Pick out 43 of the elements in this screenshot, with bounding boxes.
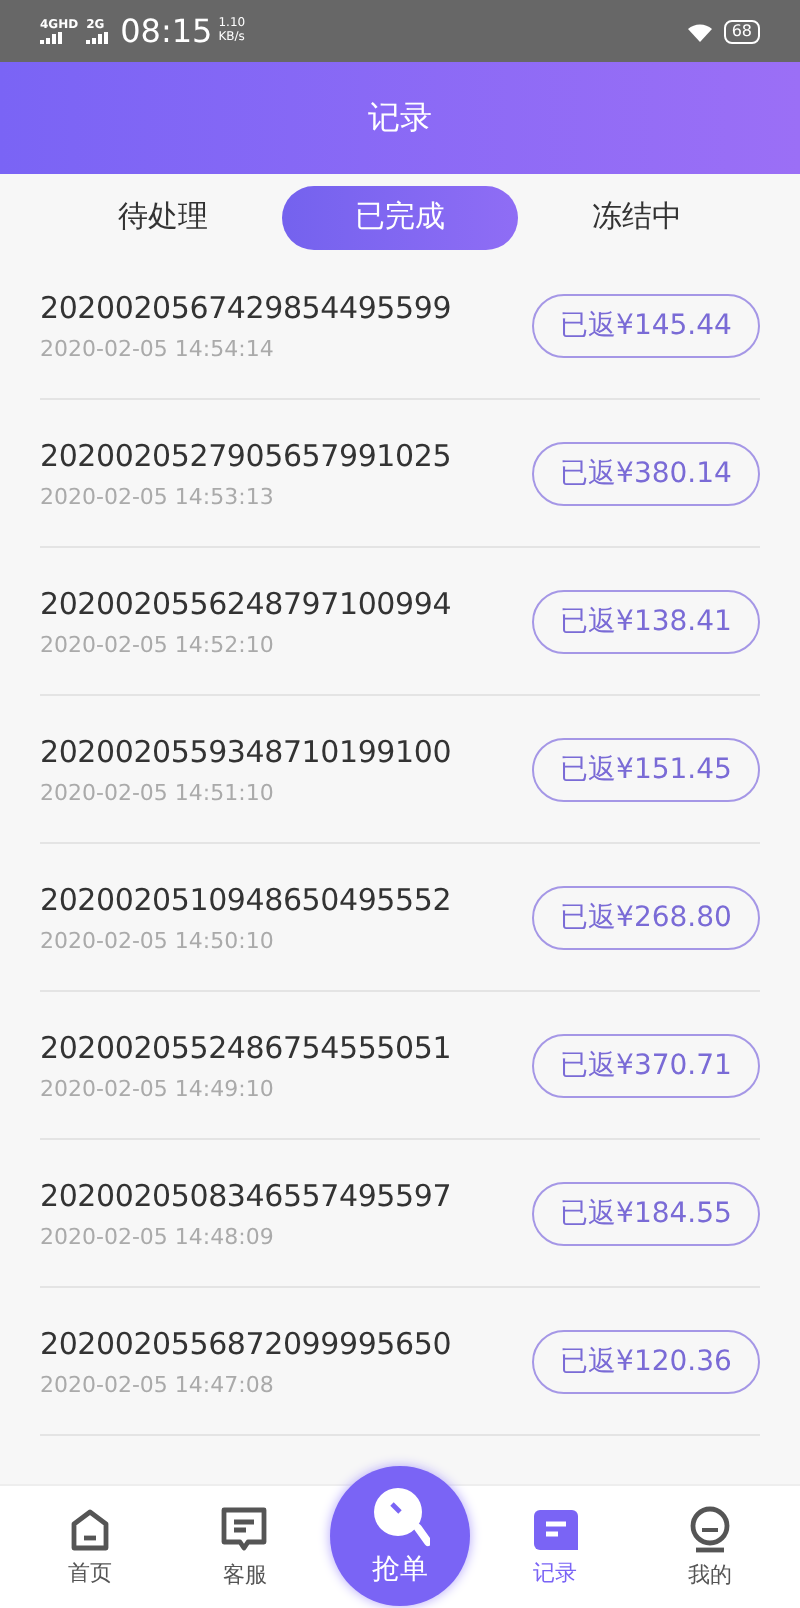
wifi-icon: [687, 21, 712, 41]
page-title: 记录: [368, 97, 432, 139]
order-time: 2020-02-05 14:54:14: [40, 335, 276, 361]
order-number: 2020020567429854495599: [40, 289, 452, 325]
order-number: 2020020556248797100994: [40, 585, 452, 621]
rebate-amount: 已返¥151.45: [532, 737, 760, 801]
tab[interactable]: 待处理: [44, 185, 281, 249]
order-time: 2020-02-05 14:47:08: [40, 1371, 276, 1397]
order-number: 2020020510948650495552: [40, 881, 452, 917]
order-time: 2020-02-05 14:50:10: [40, 927, 276, 953]
nav-item[interactable]: 客服: [167, 1486, 323, 1608]
profile-icon: [688, 1506, 733, 1554]
rebate-amount: 已返¥145.44: [532, 293, 760, 357]
order-number: 2020020559348710199100: [40, 733, 452, 769]
rebate-amount: 已返¥138.41: [532, 589, 760, 653]
rebate-amount: 已返¥370.71: [532, 1033, 760, 1097]
order-time: 2020-02-05 14:51:10: [40, 779, 276, 805]
magnifier-icon: [369, 1484, 430, 1548]
rebate-amount: 已返¥184.55: [532, 1181, 760, 1245]
tab[interactable]: 已完成: [281, 185, 518, 249]
rebate-amount: 已返¥268.80: [532, 885, 760, 949]
grab-order-button[interactable]: 抢单: [329, 1466, 470, 1606]
order-number: 2020020527905657991025: [40, 437, 452, 473]
house-icon: [69, 1508, 110, 1552]
order-number: 2020020508346557495597: [40, 1177, 452, 1213]
order-time: 2020-02-05 14:48:09: [40, 1223, 276, 1249]
order-time: 2020-02-05 14:49:10: [40, 1075, 276, 1101]
nav-item[interactable]: 首页: [12, 1486, 168, 1608]
message-icon: [531, 1508, 580, 1552]
rebate-amount: 已返¥380.14: [532, 441, 760, 505]
clock: 08:15: [120, 12, 213, 50]
order-time: 2020-02-05 14:52:10: [40, 631, 276, 657]
tab[interactable]: 冻结中: [519, 185, 756, 249]
signal-icon: [86, 31, 109, 43]
nav-item[interactable]: 我的: [632, 1486, 788, 1608]
nav-item[interactable]: 记录: [477, 1486, 633, 1608]
order-number: 2020020556872099995650: [40, 1325, 452, 1361]
order-time: 2020-02-05 14:53:13: [40, 483, 276, 509]
order-number: 2020020552486754555051: [40, 1029, 452, 1065]
chat-icon: [220, 1506, 269, 1554]
signal-icon: [40, 31, 62, 43]
rebate-amount: 已返¥120.36: [532, 1329, 760, 1393]
battery-indicator: 68: [723, 19, 760, 43]
